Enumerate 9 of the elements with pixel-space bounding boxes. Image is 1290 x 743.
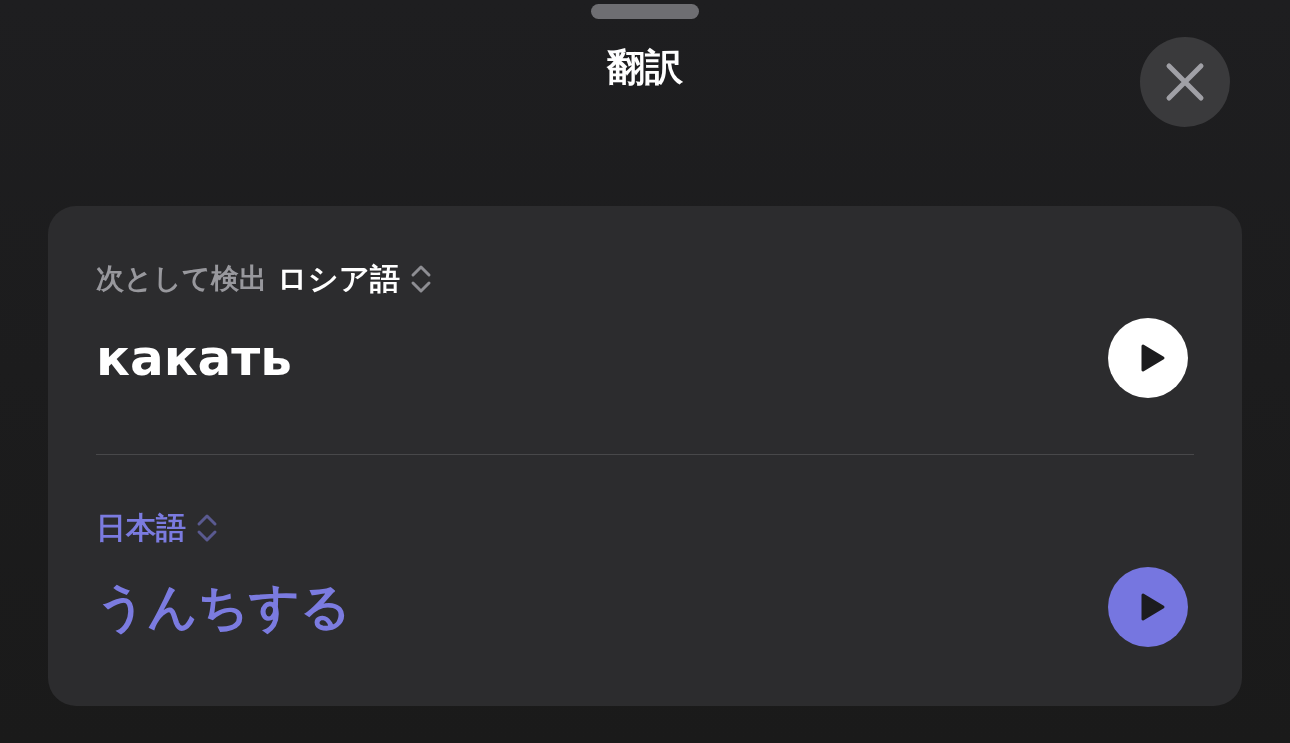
sheet-title: 翻訳	[607, 43, 683, 91]
chevron-up-down-icon[interactable]	[410, 263, 432, 295]
language-picker[interactable]: ロシア語	[277, 258, 400, 300]
source-text: какать	[96, 329, 292, 387]
detected-label: 次として検出	[96, 261, 267, 297]
sheet-grabber[interactable]	[591, 4, 699, 19]
close-icon	[1165, 62, 1205, 102]
translated-text: うんちする	[96, 576, 351, 638]
language-picker[interactable]: 日本語	[96, 507, 186, 549]
